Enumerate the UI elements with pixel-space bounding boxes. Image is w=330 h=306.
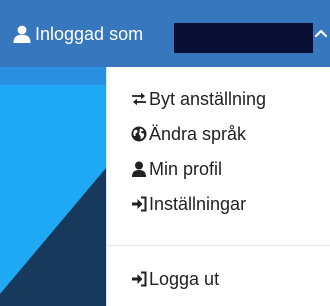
user-icon xyxy=(13,25,31,43)
globe-icon xyxy=(131,126,147,142)
menu-item-my-profile[interactable]: Min profil xyxy=(107,154,330,184)
menu-item-label: Byt anställning xyxy=(149,89,267,109)
top-navbar: Inloggad som xyxy=(0,0,330,67)
menu-item-change-language[interactable]: Ändra språk xyxy=(107,119,330,149)
menu-item-settings[interactable]: Inställningar xyxy=(107,189,330,219)
background-page-content xyxy=(0,67,106,306)
user-icon xyxy=(131,161,147,177)
menu-item-label: Inställningar xyxy=(149,194,247,214)
menu-divider xyxy=(107,245,330,246)
menu-item-logout[interactable]: Logga ut xyxy=(107,264,330,294)
user-menu-toggle[interactable]: Inloggad som xyxy=(0,0,330,67)
redacted-username xyxy=(174,23,313,53)
logged-in-as-label: Inloggad som xyxy=(35,24,144,44)
sign-in-icon xyxy=(131,196,147,212)
page-hero-shape xyxy=(0,85,106,306)
exchange-icon xyxy=(131,91,147,107)
menu-item-switch-employment[interactable]: Byt anställning xyxy=(107,84,330,114)
user-dropdown-menu: Byt anställning Ändra språk Min profil I… xyxy=(106,67,330,306)
menu-item-label: Ändra språk xyxy=(149,124,247,144)
page-header-band xyxy=(0,67,106,85)
logout-label: Logga ut xyxy=(149,269,220,289)
menu-item-label: Min profil xyxy=(149,159,223,179)
sign-in-icon xyxy=(131,271,147,287)
chevron-up-icon xyxy=(314,28,328,38)
